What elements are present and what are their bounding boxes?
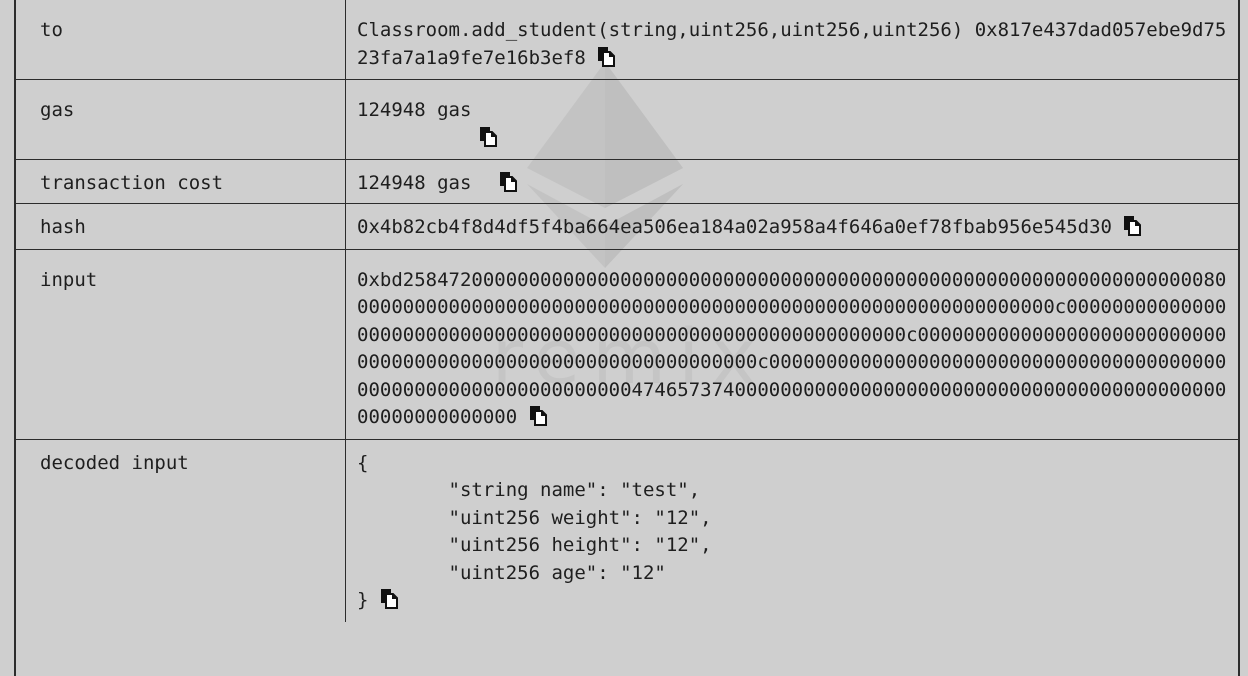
row-value-cell: 124948 gas — [345, 158, 1239, 204]
input-value: 0xbd258472000000000000000000000000000000… — [357, 268, 1227, 429]
row-gas: gas 124948 gas — [15, 79, 1239, 160]
transaction-details-panel: remix to Classroom.add_student(string,ui… — [0, 0, 1248, 676]
row-value-cell: Classroom.add_student(string,uint256,uin… — [345, 0, 1239, 80]
row-label: gas — [15, 79, 346, 160]
copy-icon[interactable] — [1123, 216, 1142, 236]
to-value: Classroom.add_student(string,uint256,uin… — [357, 19, 1227, 69]
row-label: input — [15, 248, 346, 440]
row-decoded-input: decoded input { "string name": "test", "… — [15, 438, 1239, 622]
gas-copy-wrapper — [479, 125, 1230, 152]
copy-icon[interactable] — [479, 126, 497, 147]
row-value-cell: { "string name": "test", "uint256 weight… — [345, 438, 1239, 622]
row-value-cell: 0xbd258472000000000000000000000000000000… — [345, 248, 1239, 440]
hash-value: 0x4b82cb4f8d4df5f4ba664ea506ea184a02a958… — [357, 216, 1112, 238]
row-hash: hash 0x4b82cb4f8d4df5f4ba664ea506ea184a0… — [15, 203, 1239, 250]
row-input: input 0xbd258472000000000000000000000000… — [15, 248, 1239, 440]
row-label: decoded input — [15, 438, 346, 622]
row-transaction-cost: transaction cost 124948 gas — [15, 158, 1239, 204]
row-label: hash — [15, 203, 346, 250]
transaction-cost-value: 124948 gas — [357, 171, 472, 194]
copy-icon[interactable] — [380, 589, 398, 609]
gas-value: 124948 gas — [357, 99, 472, 121]
row-to: to Classroom.add_student(string,uint256,… — [15, 0, 1239, 80]
copy-icon[interactable] — [529, 406, 547, 426]
decoded-input-value: { "string name": "test", "uint256 weight… — [357, 451, 712, 612]
row-label: to — [15, 0, 346, 80]
row-value-cell: 124948 gas — [345, 79, 1239, 160]
copy-icon[interactable] — [499, 171, 517, 192]
row-label: transaction cost — [15, 158, 346, 204]
transaction-details-table: to Classroom.add_student(string,uint256,… — [15, 0, 1239, 622]
copy-icon[interactable] — [597, 46, 616, 67]
row-value-cell: 0x4b82cb4f8d4df5f4ba664ea506ea184a02a958… — [345, 203, 1239, 250]
